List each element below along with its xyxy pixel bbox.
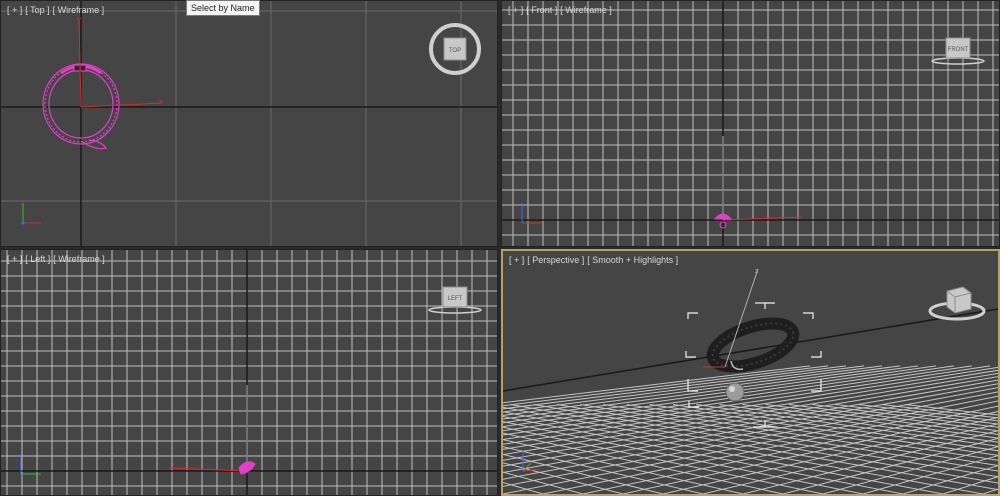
axis-tripod-icon xyxy=(522,451,542,472)
viewport-left-label[interactable]: [ + ][ Left ][ Wireframe ] xyxy=(7,254,108,264)
viewcube-face-label: FRONT xyxy=(948,47,969,53)
viewport-front-label[interactable]: [ + ][ Front ][ Wireframe ] xyxy=(508,5,615,15)
viewport-point-of-view-label[interactable]: [ Perspective ] xyxy=(527,255,584,265)
top-grid: x y xyxy=(1,1,497,246)
viewcube-front[interactable]: FRONT xyxy=(930,35,990,70)
viewport-menu-plus[interactable]: [ + ] xyxy=(7,254,22,264)
viewport-shading-label[interactable]: [ Smooth + Highlights ] xyxy=(587,255,678,265)
viewport-point-of-view-label[interactable]: [ Top ] xyxy=(25,5,49,15)
perspective-grid: z xyxy=(503,251,998,494)
viewport-top[interactable]: [ + ][ Top ] [ Wireframe ] x y TOP xyxy=(0,0,498,247)
left-grid xyxy=(1,250,497,495)
viewport-shading-label[interactable]: [ Wireframe ] xyxy=(560,5,612,15)
viewport-perspective-label[interactable]: [ + ][ Perspective ][ Smooth + Highlight… xyxy=(509,255,681,265)
axis-tripod-icon xyxy=(21,203,41,225)
front-grid xyxy=(502,1,999,246)
viewcube-perspective[interactable] xyxy=(927,281,987,328)
viewcube-left[interactable]: LEFT xyxy=(427,284,487,319)
viewport-shading-label[interactable]: [ Wireframe ] xyxy=(53,254,105,264)
viewport-menu-plus[interactable]: [ + ] xyxy=(508,5,523,15)
viewport-point-of-view-label[interactable]: [ Front ] xyxy=(526,5,557,15)
viewport-shading-label[interactable]: [ Wireframe ] xyxy=(53,5,105,15)
viewport-left[interactable]: [ + ][ Left ][ Wireframe ] LEFT xyxy=(0,249,498,496)
viewport-top-label[interactable]: [ + ][ Top ] [ Wireframe ] xyxy=(7,5,107,15)
viewport-menu-plus[interactable]: [ + ] xyxy=(509,255,524,265)
viewport-point-of-view-label[interactable]: [ Left ] xyxy=(25,254,50,264)
viewport-front[interactable]: [ + ][ Front ][ Wireframe ] FRONT xyxy=(501,0,1000,247)
viewcube-face-label: LEFT xyxy=(448,296,463,302)
svg-text:z: z xyxy=(755,268,759,275)
viewport-perspective[interactable]: [ + ][ Perspective ][ Smooth + Highlight… xyxy=(501,249,1000,496)
viewcube-face-label: TOP xyxy=(449,48,461,54)
viewport-menu-plus[interactable]: [ + ] xyxy=(7,5,22,15)
viewcube-top[interactable]: TOP xyxy=(428,22,482,81)
svg-text:y: y xyxy=(77,15,81,24)
svg-text:x: x xyxy=(159,97,163,106)
select-by-name-tooltip: Select by Name xyxy=(186,0,260,16)
